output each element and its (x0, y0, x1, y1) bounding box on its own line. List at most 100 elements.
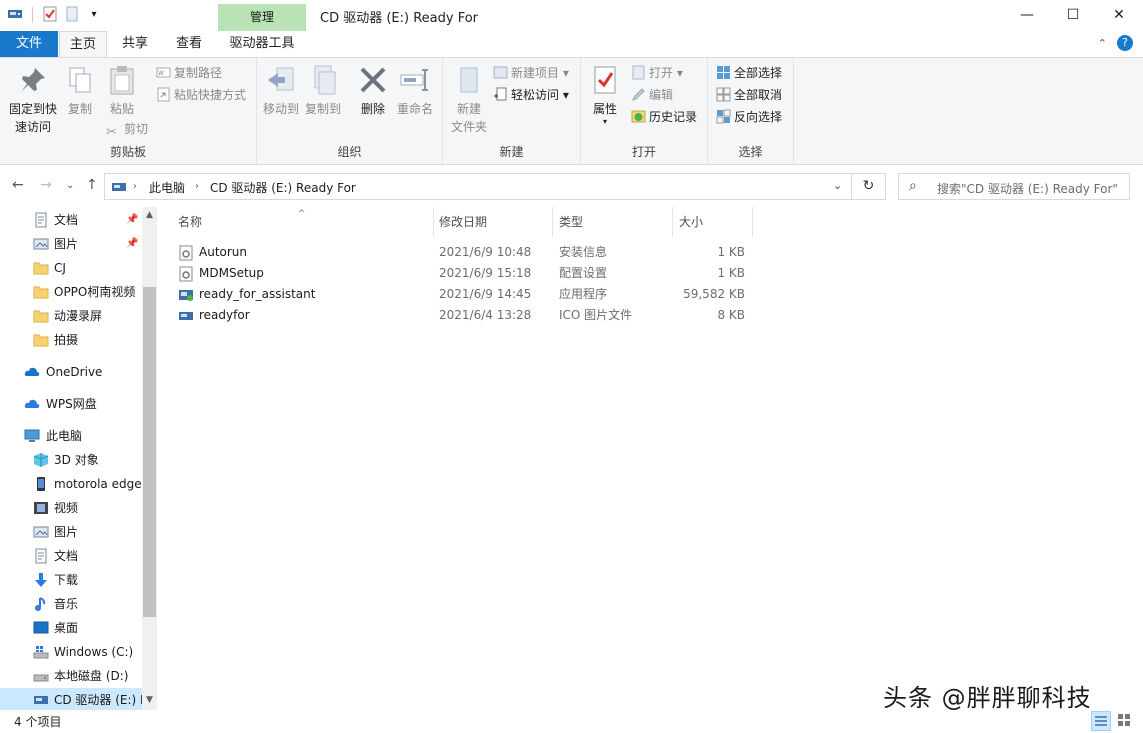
tab-drive-tools[interactable]: 驱动器工具 (218, 31, 306, 57)
paste-shortcut-icon (157, 87, 170, 102)
scroll-down-icon[interactable]: ▼ (142, 695, 157, 705)
close-button[interactable]: ✕ (1096, 0, 1142, 31)
paste-shortcut-button[interactable]: 粘贴快捷方式 (156, 86, 246, 104)
folder-icon (33, 334, 49, 347)
search-icon: ⌕ (909, 178, 917, 194)
minimize-button[interactable]: — (1004, 0, 1050, 31)
tab-share[interactable]: 共享 (110, 31, 160, 57)
nav-item-oppo[interactable]: OPPO柯南视频 (0, 280, 142, 304)
nav-item-drive-d[interactable]: 本地磁盘 (D:) (0, 664, 142, 688)
nav-item-3d-objects[interactable]: 3D 对象 (0, 448, 142, 472)
paste-button[interactable]: 粘贴 (104, 64, 140, 118)
music-icon (35, 597, 46, 611)
pin-quick-access-button[interactable]: 固定到快 速访问 (4, 64, 62, 136)
copy-to-label: 复制到 (304, 102, 341, 116)
nav-item-shoot[interactable]: 拍摄 (0, 328, 142, 352)
nav-item-pictures[interactable]: 图片 📌 (0, 232, 142, 256)
column-header-date[interactable]: 修改日期 (434, 207, 553, 237)
nav-item-desktop[interactable]: 桌面 (0, 616, 142, 640)
details-view-icon[interactable] (1091, 711, 1111, 731)
move-to-button[interactable]: 移动到 (261, 64, 301, 118)
cut-button[interactable]: ✂ 剪切 (106, 120, 148, 140)
refresh-button[interactable]: ↻ (852, 173, 886, 200)
nav-item-this-pc[interactable]: 此电脑 (0, 424, 142, 448)
forward-arrow-icon[interactable]: → (40, 177, 52, 193)
edit-button[interactable]: 编辑 (631, 86, 673, 104)
help-icon[interactable]: ? (1117, 35, 1133, 51)
easy-access-button[interactable]: 轻松访问 ▾ (493, 86, 569, 104)
tab-file[interactable]: 文件 (0, 31, 58, 57)
phone-icon (37, 477, 45, 491)
open-button[interactable]: 打开 ▾ (631, 64, 683, 82)
copy-to-button[interactable]: 复制到 (303, 64, 343, 118)
delete-button[interactable]: 删除 (357, 64, 389, 118)
nav-scrollbar[interactable]: ▲ ▼ (142, 207, 157, 710)
move-to-icon (268, 67, 294, 91)
back-arrow-icon[interactable]: ← (12, 177, 24, 193)
nav-label: WPS网盘 (46, 397, 97, 411)
scroll-up-icon[interactable]: ▲ (142, 210, 157, 220)
nav-label: 文档 (54, 213, 79, 227)
nav-item-music[interactable]: 音乐 (0, 592, 142, 616)
nav-item-motorola[interactable]: motorola edge (0, 472, 142, 496)
file-size: 59,582 KB (683, 287, 745, 301)
item-count: 4 个项目 (14, 715, 62, 729)
properties-label: 属性 (592, 102, 617, 116)
history-button[interactable]: 历史记录 (631, 108, 697, 126)
new-folder-icon[interactable] (63, 6, 81, 24)
up-arrow-icon[interactable]: ↑ (86, 177, 98, 193)
nav-item-cj[interactable]: CJ (0, 256, 142, 280)
file-row[interactable]: ready_for_assistant 2021/6/9 14:45 应用程序 … (160, 284, 760, 305)
recent-locations-icon[interactable]: ⌄ (66, 180, 74, 191)
pin-icon[interactable]: 📌 (126, 232, 138, 256)
nav-item-wps[interactable]: WPS网盘 (0, 392, 142, 416)
document-icon (35, 548, 47, 564)
new-folder-button[interactable]: 新建 文件夹 (447, 64, 491, 136)
nav-item-anime[interactable]: 动漫录屏 (0, 304, 142, 328)
copy-button[interactable]: 复制 (64, 64, 96, 118)
nav-item-pc-pictures[interactable]: 图片 (0, 520, 142, 544)
column-header-name[interactable]: ^ 名称 (160, 207, 434, 237)
pin-icon[interactable]: 📌 (126, 208, 138, 232)
address-bar[interactable]: › 此电脑 › CD 驱动器 (E:) Ready For ⌄ (104, 173, 852, 200)
column-name-label: 名称 (178, 215, 203, 229)
nav-item-pc-documents[interactable]: 文档 (0, 544, 142, 568)
customize-qat-icon[interactable]: ▾ (85, 6, 103, 24)
select-all-button[interactable]: 全部选择 (716, 64, 782, 82)
view-switcher (1091, 711, 1135, 731)
nav-item-drive-c[interactable]: Windows (C:) (0, 640, 142, 664)
column-header-type[interactable]: 类型 (553, 207, 673, 237)
address-dropdown-icon[interactable]: ⌄ (833, 179, 842, 192)
tab-view[interactable]: 查看 (163, 31, 215, 57)
nav-item-onedrive[interactable]: OneDrive (0, 360, 142, 384)
tab-home[interactable]: 主页 (59, 31, 107, 57)
scrollbar-thumb[interactable] (143, 287, 156, 617)
breadcrumb-current[interactable]: CD 驱动器 (E:) Ready For (210, 179, 356, 196)
maximize-button[interactable]: ☐ (1050, 0, 1096, 31)
file-row[interactable]: readyfor 2021/6/4 13:28 ICO 图片文件 8 KB (160, 305, 760, 326)
file-row[interactable]: Autorun 2021/6/9 10:48 安装信息 1 KB (160, 242, 760, 263)
collapse-ribbon-icon[interactable]: ⌃ (1098, 37, 1107, 50)
properties-button[interactable]: 属性 ▾ (587, 64, 623, 126)
new-item-button[interactable]: 新建项目 ▾ (493, 64, 569, 82)
breadcrumb-chevron-icon[interactable]: › (133, 181, 137, 192)
large-icons-view-icon[interactable] (1115, 711, 1135, 731)
nav-item-documents[interactable]: 文档 📌 (0, 208, 142, 232)
file-row[interactable]: MDMSetup 2021/6/9 15:18 配置设置 1 KB (160, 263, 760, 284)
nav-item-drive-e[interactable]: CD 驱动器 (E:) R (0, 688, 142, 712)
column-header-size[interactable]: 大小 (673, 207, 753, 237)
breadcrumb-this-pc[interactable]: 此电脑 (149, 179, 185, 196)
nav-label: 图片 (54, 237, 79, 251)
nav-item-downloads[interactable]: 下载 (0, 568, 142, 592)
invert-selection-button[interactable]: 反向选择 (716, 108, 782, 126)
copy-path-button[interactable]: W 复制路径 (156, 64, 222, 82)
drive-icon[interactable] (6, 6, 24, 24)
breadcrumb-chevron-icon[interactable]: › (195, 181, 199, 192)
search-input[interactable]: ⌕ 搜索"CD 驱动器 (E:) Ready For" (898, 173, 1130, 200)
nav-item-videos[interactable]: 视频 (0, 496, 142, 520)
properties-icon[interactable] (41, 6, 59, 24)
select-none-button[interactable]: 全部取消 (716, 86, 782, 104)
rename-button[interactable]: 重命名 (395, 64, 435, 118)
pin-icon (21, 68, 45, 92)
manage-context-tab[interactable]: 管理 (218, 4, 306, 31)
